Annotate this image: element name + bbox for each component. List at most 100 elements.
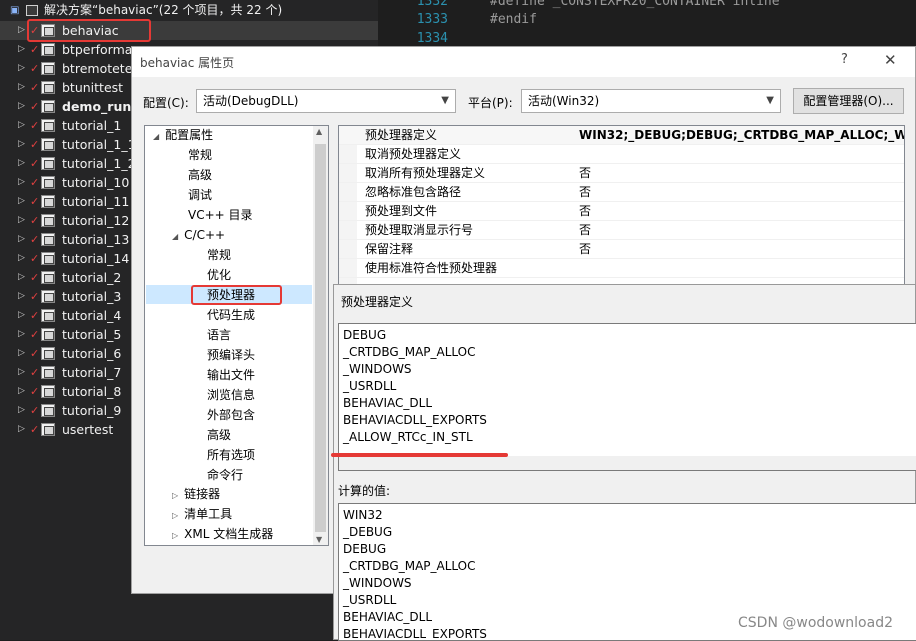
property-row[interactable]: 预处理到文件 否 xyxy=(339,202,904,221)
definitions-editor[interactable]: DEBUG _CRTDBG_MAP_ALLOC _WINDOWS _USRDLL BEH… xyxy=(338,323,916,471)
property-value[interactable]: 否 xyxy=(579,221,904,240)
tree-item-cpp-sub[interactable]: 外部包含 xyxy=(207,406,255,425)
definition-line[interactable]: BEHAVIAC_DLL xyxy=(343,395,432,412)
property-grid[interactable]: 预处理器定义 WIN32;_DEBUG;DEBUG;_CRTDBG_MAP_ALL… xyxy=(338,125,905,285)
tree-item-cpp-sub[interactable]: 语言 xyxy=(207,326,231,345)
definition-line[interactable]: BEHAVIACDLL_EXPORTS xyxy=(343,412,487,429)
tree-item-linker[interactable]: ▷ 链接器 xyxy=(172,485,220,504)
definition-line[interactable]: _USRDLL xyxy=(343,378,396,395)
property-value[interactable]: WIN32;_DEBUG;DEBUG;_CRTDBG_MAP_ALLOC;_WI… xyxy=(579,126,904,145)
property-row[interactable]: 保留注释 否 xyxy=(339,240,904,259)
project-icon xyxy=(41,366,55,379)
definition-line[interactable]: DEBUG xyxy=(343,327,386,344)
expand-arrow-icon[interactable]: ▷ xyxy=(18,59,25,78)
close-button[interactable]: ✕ xyxy=(884,51,897,69)
code-line[interactable]: #endif xyxy=(490,12,537,27)
tree-item-xml[interactable]: ▷ XML 文档生成器 xyxy=(172,525,273,544)
tree-item-cpp-sub[interactable]: 浏览信息 xyxy=(207,386,255,405)
checkmark-icon: ✓ xyxy=(30,62,40,75)
project-icon xyxy=(41,157,55,170)
tree-item-cpp-sub[interactable]: 所有选项 xyxy=(207,446,255,465)
property-value[interactable]: 否 xyxy=(579,202,904,221)
checkmark-icon: ✓ xyxy=(30,214,40,227)
expand-arrow-icon[interactable]: ▷ xyxy=(18,268,25,287)
expand-arrow-icon[interactable]: ▷ xyxy=(18,97,25,116)
expand-arrow-icon[interactable]: ▷ xyxy=(18,363,25,382)
property-row[interactable]: 使用标准符合性预处理器 xyxy=(339,259,904,278)
expand-arrow-icon[interactable]: ▷ xyxy=(18,230,25,249)
property-row[interactable]: 取消预处理器定义 xyxy=(339,145,904,164)
scroll-thumb[interactable] xyxy=(315,144,326,532)
tree-item-vc-directories[interactable]: VC++ 目录 xyxy=(188,206,253,225)
scroll-up-icon[interactable]: ▲ xyxy=(316,127,322,136)
tree-item-cpp[interactable]: ◢ C/C++ xyxy=(172,226,225,245)
property-tree[interactable]: ◢ 配置属性 常规 高级 调试 VC++ 目录 ◢ C/C++ 常规 优化 预处理器 代码… xyxy=(144,125,329,546)
expand-arrow-icon[interactable]: ▷ xyxy=(18,401,25,420)
project-icon xyxy=(41,100,55,113)
line-number: 1332 xyxy=(416,0,448,9)
property-row[interactable]: 预处理器定义 WIN32;_DEBUG;DEBUG;_CRTDBG_MAP_ALL… xyxy=(339,126,904,145)
help-button[interactable]: ? xyxy=(841,52,848,67)
config-select[interactable]: 活动(DebugDLL) ▼ xyxy=(196,89,456,113)
tree-root[interactable]: ◢ 配置属性 xyxy=(153,126,213,145)
tree-item-cpp-sub[interactable]: 输出文件 xyxy=(207,366,255,385)
definition-line[interactable]: _CRTDBG_MAP_ALLOC xyxy=(343,344,476,361)
expand-arrow-icon[interactable]: ▷ xyxy=(18,382,25,401)
code-editor[interactable]: 1332 #define _CONSTEXPR20_CONTAINER inli… xyxy=(380,0,916,46)
tree-item-cpp-sub[interactable]: 优化 xyxy=(207,266,231,285)
tree-linker-label: 链接器 xyxy=(184,487,221,501)
property-value[interactable]: 否 xyxy=(579,240,904,259)
property-key: 忽略标准包含路径 xyxy=(365,185,462,199)
tree-item-cpp-sub[interactable]: 命令行 xyxy=(207,466,243,485)
expand-arrow-icon[interactable]: ▷ xyxy=(18,211,25,230)
expand-arrow-icon[interactable]: ▷ xyxy=(18,249,25,268)
solution-header[interactable]: ▣ 解决方案“behaviac”(22 个项目，共 22 个) xyxy=(0,0,378,21)
expand-arrow-icon[interactable]: ▷ xyxy=(18,420,25,439)
project-label: btunittest xyxy=(62,80,124,95)
tree-item-debugging[interactable]: 调试 xyxy=(188,186,212,205)
expand-arrow-icon[interactable]: ▷ xyxy=(18,192,25,211)
tree-item-cpp-sub[interactable]: 常规 xyxy=(207,246,231,265)
tree-item-manifest[interactable]: ▷ 清单工具 xyxy=(172,505,232,524)
definition-line[interactable]: _WINDOWS xyxy=(343,361,412,378)
tree-item-cpp-sub[interactable]: 代码生成 xyxy=(207,306,255,325)
platform-select[interactable]: 活动(Win32) ▼ xyxy=(521,89,781,113)
project-label: usertest xyxy=(62,422,114,437)
checkmark-icon: ✓ xyxy=(30,423,40,436)
scroll-down-icon[interactable]: ▼ xyxy=(316,535,322,544)
tree-item-general[interactable]: 常规 xyxy=(188,146,212,165)
project-label: tutorial_1_2 xyxy=(62,156,136,171)
definition-line[interactable]: _ALLOW_RTCc_IN_STL xyxy=(343,429,473,446)
expand-arrow-icon[interactable]: ▷ xyxy=(18,154,25,173)
horizontal-scrollbar[interactable] xyxy=(339,456,916,470)
project-icon xyxy=(41,290,55,303)
computed-line: WIN32 xyxy=(343,508,383,522)
tree-scrollbar[interactable]: ▲ ▼ xyxy=(313,126,328,545)
expand-arrow-icon[interactable]: ▷ xyxy=(18,116,25,135)
expand-arrow-icon[interactable]: ▷ xyxy=(18,78,25,97)
config-manager-button[interactable]: 配置管理器(O)... xyxy=(793,88,904,114)
checkmark-icon: ✓ xyxy=(30,309,40,322)
expand-arrow-icon[interactable]: ▷ xyxy=(18,40,25,59)
tree-item-cpp-sub[interactable]: 预编译头 xyxy=(207,346,255,365)
expand-arrow-icon[interactable]: ▷ xyxy=(18,287,25,306)
expand-arrow-icon[interactable]: ▷ xyxy=(18,173,25,192)
expand-arrow-icon[interactable]: ▷ xyxy=(18,135,25,154)
tree-item-cpp-sub[interactable]: 高级 xyxy=(207,426,231,445)
tree-item-advanced[interactable]: 高级 xyxy=(188,166,212,185)
collapsed-icon: ▷ xyxy=(172,491,179,500)
project-icon xyxy=(41,271,55,284)
property-value[interactable]: 否 xyxy=(579,183,904,202)
property-row[interactable]: 忽略标准包含路径 否 xyxy=(339,183,904,202)
property-row[interactable]: 预处理取消显示行号 否 xyxy=(339,221,904,240)
expand-arrow-icon[interactable]: ▷ xyxy=(18,344,25,363)
property-value[interactable]: 否 xyxy=(579,164,904,183)
project-icon xyxy=(41,404,55,417)
expand-arrow-icon[interactable]: ▷ xyxy=(18,325,25,344)
project-label: tutorial_11 xyxy=(62,194,130,209)
tree-root-label: 配置属性 xyxy=(165,128,214,142)
expand-arrow-icon[interactable]: ▷ xyxy=(18,306,25,325)
property-row[interactable]: 取消所有预处理器定义 否 xyxy=(339,164,904,183)
code-line[interactable]: #define _CONSTEXPR20_CONTAINER inline xyxy=(490,0,780,9)
expand-arrow-icon[interactable]: ▷ xyxy=(18,21,25,40)
